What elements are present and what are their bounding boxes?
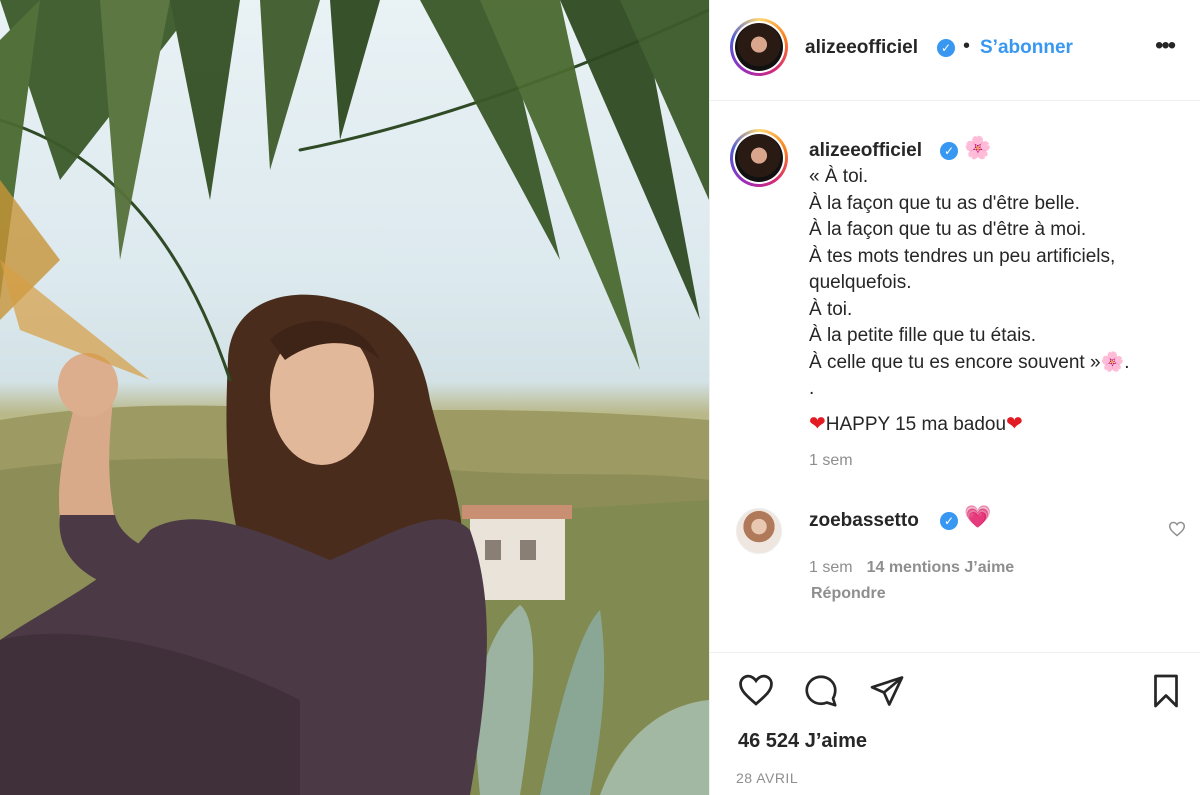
- photo-illustration: [0, 0, 709, 795]
- author-username[interactable]: alizeeofficiel: [805, 37, 918, 59]
- caption-line: .: [809, 378, 815, 399]
- like-heart-icon[interactable]: [737, 673, 775, 707]
- red-heart-emoji-icon: ❤: [809, 412, 826, 435]
- birthday-line: ❤HAPPY 15 ma badou❤: [809, 411, 1189, 439]
- pink-heart-emoji-icon: 💗: [964, 504, 992, 529]
- author-avatar[interactable]: [730, 18, 788, 76]
- post-panel: alizeeofficiel ✓ • S’abonner ••• alizeeo…: [709, 0, 1200, 795]
- caption-line-with-emoji: À celle que tu es encore souvent »🌸.: [809, 351, 1130, 373]
- caption-line: À celle que tu es encore souvent »: [809, 351, 1101, 373]
- share-paper-plane-icon[interactable]: [869, 673, 905, 709]
- reply-button[interactable]: Répondre: [811, 585, 886, 603]
- comment-like-heart-icon[interactable]: [1168, 521, 1186, 537]
- caption-line: À la façon que tu as d'être à moi.: [809, 219, 1087, 240]
- caption-line: À la petite fille que tu étais.: [809, 325, 1037, 346]
- comment-bubble-icon[interactable]: [803, 673, 839, 709]
- flower-emoji-icon: 🌸: [964, 135, 992, 160]
- save-bookmark-icon[interactable]: [1149, 673, 1183, 709]
- birthday-text: HAPPY 15 ma badou: [825, 413, 1007, 435]
- caption-line: « À toi.: [809, 166, 869, 187]
- flower-emoji-icon: 🌸: [1100, 351, 1125, 373]
- post-actions: 46 524 J’aime 28 AVRIL: [710, 652, 1200, 795]
- caption-line: À toi.: [809, 298, 853, 320]
- verified-badge-icon: ✓: [940, 512, 958, 530]
- caption-line: quelquefois.: [809, 272, 912, 293]
- commenter-username[interactable]: zoebassetto: [809, 510, 919, 532]
- caption-author-avatar[interactable]: [730, 129, 788, 187]
- commenter-avatar[interactable]: [736, 508, 782, 554]
- caption-timestamp[interactable]: 1 sem: [809, 452, 853, 470]
- separator-dot: •: [963, 35, 971, 57]
- caption-line: À tes mots tendres un peu artificiels,: [809, 245, 1116, 267]
- post-photo[interactable]: [0, 0, 709, 795]
- caption-text: « À toi. À la façon que tu as d'être bel…: [809, 164, 1189, 438]
- comment-timestamp[interactable]: 1 sem: [809, 559, 853, 576]
- follow-button[interactable]: S’abonner: [980, 37, 1073, 59]
- comments-area[interactable]: alizeeofficiel ✓ 🌸 « À toi. À la façon q…: [710, 101, 1200, 651]
- red-heart-emoji-icon: ❤: [1006, 412, 1023, 435]
- more-options-icon[interactable]: •••: [1155, 32, 1176, 60]
- comment-likes[interactable]: 14 mentions J’aime: [867, 559, 1015, 576]
- caption-line: À la façon que tu as d'être belle.: [809, 192, 1080, 214]
- caption-author-username[interactable]: alizeeofficiel: [809, 140, 922, 162]
- comment-meta: 1 sem 14 mentions J’aime: [809, 559, 1014, 577]
- post-likes-count[interactable]: 46 524 J’aime: [738, 730, 867, 753]
- post-header: alizeeofficiel ✓ • S’abonner •••: [710, 0, 1200, 101]
- post-date[interactable]: 28 AVRIL: [736, 770, 798, 786]
- verified-badge-icon: ✓: [937, 39, 955, 57]
- verified-badge-icon: ✓: [940, 142, 958, 160]
